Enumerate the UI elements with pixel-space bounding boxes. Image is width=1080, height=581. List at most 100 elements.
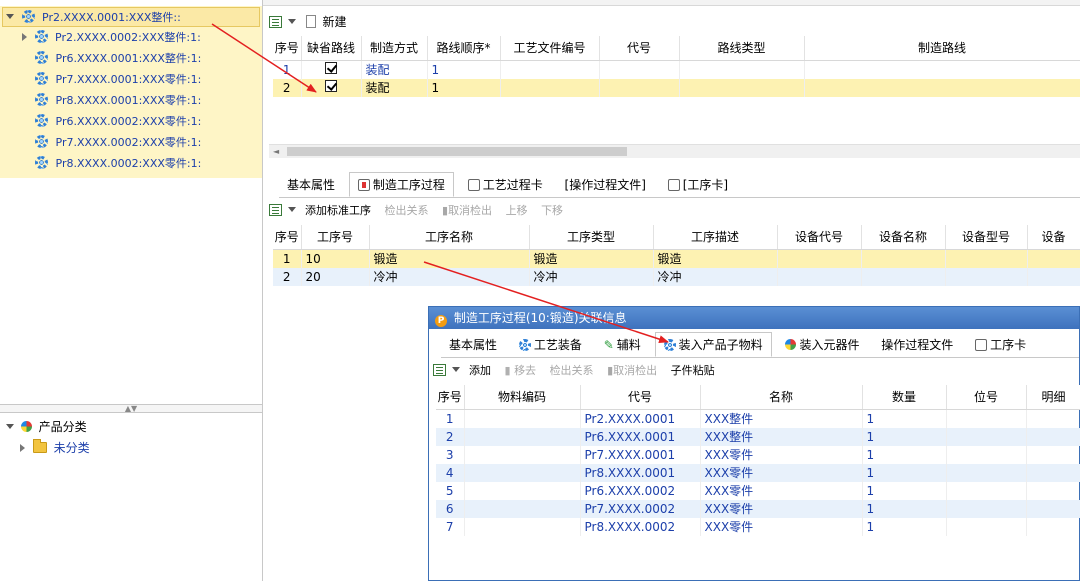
step-code-cell[interactable]: 20 — [301, 267, 370, 286]
col-header[interactable]: 序号 — [273, 36, 302, 61]
route-cell[interactable] — [804, 78, 1080, 97]
doc-number-cell[interactable] — [500, 60, 600, 79]
col-header[interactable]: 工序类型 — [529, 225, 654, 250]
quantity-cell[interactable]: 1 — [862, 409, 947, 428]
col-header[interactable]: 序号 — [273, 225, 302, 250]
paste-child-button[interactable]: 子件粘贴 — [671, 359, 715, 383]
tree-node[interactable]: Pr6.XXXX.0002:XXX零件:1: — [35, 112, 201, 132]
equip-model-cell[interactable] — [945, 267, 1028, 286]
category-node[interactable]: 未分类 — [20, 438, 90, 458]
table-row[interactable]: 4 Pr8.XXXX.0001 XXX零件 1 — [436, 463, 1080, 482]
list-menu-icon[interactable] — [269, 204, 282, 216]
list-menu-icon[interactable] — [269, 16, 282, 28]
remove-button[interactable]: ▮ 移去 — [505, 359, 537, 383]
equip-name-cell[interactable] — [861, 249, 946, 268]
material-name-cell[interactable]: XXX零件 — [700, 499, 863, 518]
col-header[interactable]: 设备型号 — [945, 225, 1028, 250]
table-row[interactable]: 7 Pr8.XXXX.0002 XXX零件 1 — [436, 517, 1080, 536]
tab-components[interactable]: 装入元器件 — [777, 333, 867, 358]
tree-node[interactable]: Pr7.XXXX.0002:XXX零件:1: — [35, 133, 201, 153]
material-id-cell[interactable]: Pr7.XXXX.0002 — [580, 499, 701, 518]
material-name-cell[interactable]: XXX零件 — [700, 481, 863, 500]
material-code-cell[interactable] — [464, 499, 581, 518]
table-row[interactable]: 1 Pr2.XXXX.0001 XXX整件 1 — [436, 409, 1080, 428]
tab-child-materials[interactable]: 装入产品子物料 — [654, 332, 772, 357]
step-type-cell[interactable]: 冷冲 — [529, 267, 654, 286]
list-menu-icon[interactable] — [433, 364, 446, 376]
position-cell[interactable] — [946, 409, 1027, 428]
table-row[interactable]: 1 10 锻造 锻造 锻造 — [273, 249, 1080, 268]
material-id-cell[interactable]: Pr2.XXXX.0001 — [580, 409, 701, 428]
tab-operation-docs[interactable]: [操作过程文件] — [557, 173, 654, 198]
material-code-cell[interactable] — [464, 517, 581, 536]
material-name-cell[interactable]: XXX零件 — [700, 445, 863, 464]
category-root-node[interactable]: 产品分类 — [6, 417, 87, 437]
tree-node[interactable]: Pr2.XXXX.0002:XXX整件:1: — [22, 28, 201, 48]
col-header[interactable]: 工序描述 — [653, 225, 778, 250]
position-cell[interactable] — [946, 445, 1027, 464]
left-splitter[interactable]: ▲▼ — [0, 404, 262, 413]
tab-step-card[interactable]: 工序卡 — [967, 333, 1034, 358]
position-cell[interactable] — [946, 499, 1027, 518]
material-name-cell[interactable]: XXX零件 — [700, 463, 863, 482]
col-header[interactable]: 设备代号 — [777, 225, 862, 250]
position-cell[interactable] — [946, 463, 1027, 482]
tree-node[interactable]: Pr8.XXXX.0001:XXX零件:1: — [35, 91, 201, 111]
dialog-title-bar[interactable]: P 制造工序过程(10:锻造)关联信息 — [429, 307, 1079, 329]
equip-cell[interactable] — [1027, 249, 1080, 268]
step-desc-cell[interactable]: 冷冲 — [653, 267, 778, 286]
dropdown-icon[interactable] — [287, 19, 296, 24]
tab-process-card[interactable]: 工艺过程卡 — [460, 173, 551, 198]
scroll-left-icon[interactable]: ◄ — [273, 147, 279, 156]
detail-cell[interactable] — [1026, 409, 1080, 428]
detail-cell[interactable] — [1026, 517, 1080, 536]
detail-cell[interactable] — [1026, 427, 1080, 446]
cancel-checkout-button[interactable]: ▮取消检出 — [607, 359, 657, 383]
col-header[interactable]: 缺省路线 — [301, 36, 362, 61]
add-standard-step-button[interactable]: 添加标准工序 — [305, 199, 371, 223]
order-cell[interactable]: 1 — [427, 60, 501, 79]
code-cell[interactable] — [599, 78, 680, 97]
table-row[interactable]: 2 装配 1 — [273, 78, 1080, 97]
table-row[interactable]: 2 20 冷冲 冷冲 冷冲 — [273, 267, 1080, 286]
cancel-checkout-button[interactable]: ▮取消检出 — [442, 199, 492, 223]
method-cell[interactable]: 装配 — [361, 78, 428, 97]
material-id-cell[interactable]: Pr8.XXXX.0001 — [580, 463, 701, 482]
tree-node[interactable]: Pr8.XXXX.0002:XXX零件:1: — [35, 154, 201, 174]
material-id-cell[interactable]: Pr8.XXXX.0002 — [580, 517, 701, 536]
col-header[interactable]: 设备 — [1027, 225, 1080, 250]
checkbox-checked-icon[interactable] — [325, 61, 337, 74]
checkbox-checked-icon[interactable] — [325, 79, 337, 92]
quantity-cell[interactable]: 1 — [862, 445, 947, 464]
new-route-button[interactable]: 新建 — [305, 10, 347, 34]
checkout-relation-button[interactable]: 检出关系 — [385, 199, 429, 223]
material-id-cell[interactable]: Pr7.XXXX.0001 — [580, 445, 701, 464]
expand-arrow-icon[interactable] — [6, 424, 14, 429]
material-code-cell[interactable] — [464, 445, 581, 464]
default-route-checkbox[interactable] — [301, 60, 362, 79]
checkout-relation-button[interactable]: 检出关系 — [550, 359, 594, 383]
detail-cell[interactable] — [1026, 463, 1080, 482]
material-id-cell[interactable]: Pr6.XXXX.0002 — [580, 481, 701, 500]
quantity-cell[interactable]: 1 — [862, 517, 947, 536]
material-name-cell[interactable]: XXX整件 — [700, 427, 863, 446]
equip-name-cell[interactable] — [861, 267, 946, 286]
col-header[interactable]: 工序号 — [301, 225, 370, 250]
table-row[interactable]: 5 Pr6.XXXX.0002 XXX零件 1 — [436, 481, 1080, 500]
step-name-cell[interactable]: 冷冲 — [369, 267, 530, 286]
route-table-scrollbar[interactable]: ◄ — [269, 144, 1080, 158]
col-header[interactable]: 代号 — [599, 36, 680, 61]
material-code-cell[interactable] — [464, 481, 581, 500]
tree-node[interactable]: Pr7.XXXX.0001:XXX零件:1: — [35, 70, 201, 90]
position-cell[interactable] — [946, 427, 1027, 446]
equip-model-cell[interactable] — [945, 249, 1028, 268]
collapse-arrow-icon[interactable] — [20, 444, 25, 452]
step-name-cell[interactable]: 锻造 — [369, 249, 530, 268]
quantity-cell[interactable]: 1 — [862, 427, 947, 446]
tab-operation-docs[interactable]: 操作过程文件 — [873, 333, 961, 358]
equip-code-cell[interactable] — [777, 249, 862, 268]
step-code-cell[interactable]: 10 — [301, 249, 370, 268]
collapse-arrow-icon[interactable] — [22, 33, 27, 41]
detail-cell[interactable] — [1026, 499, 1080, 518]
table-row[interactable]: 1 装配 1 — [273, 60, 1080, 79]
